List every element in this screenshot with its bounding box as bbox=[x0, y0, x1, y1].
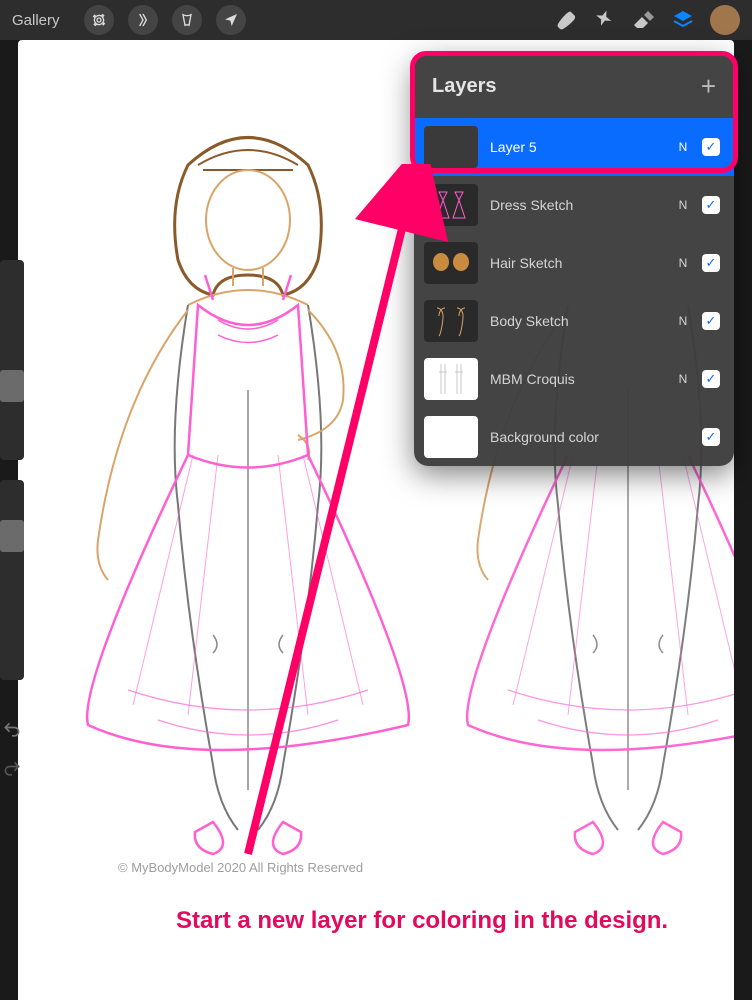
layer-visibility-checkbox[interactable]: ✓ bbox=[702, 428, 720, 446]
brush-icon[interactable] bbox=[550, 7, 576, 33]
layers-panel: Layers + Layer 5N✓Dress SketchN✓Hair Ske… bbox=[414, 55, 734, 466]
layer-visibility-checkbox[interactable]: ✓ bbox=[702, 254, 720, 272]
brush-size-slider[interactable] bbox=[0, 260, 24, 460]
layer-blend-mode[interactable]: N bbox=[676, 140, 690, 154]
layer-thumbnail[interactable] bbox=[424, 184, 478, 226]
layers-list: Layer 5N✓Dress SketchN✓Hair SketchN✓Body… bbox=[414, 118, 734, 466]
layer-name: Dress Sketch bbox=[490, 197, 664, 213]
top-toolbar: Gallery bbox=[0, 0, 752, 40]
add-layer-button[interactable]: + bbox=[701, 71, 716, 102]
layer-name: Layer 5 bbox=[490, 139, 664, 155]
layer-row[interactable]: Dress Sketch N ✓ bbox=[414, 176, 734, 234]
brush-opacity-slider[interactable] bbox=[0, 480, 24, 680]
transform-icon[interactable] bbox=[216, 5, 246, 35]
layers-icon[interactable] bbox=[670, 7, 696, 33]
layer-row[interactable]: Hair Sketch N ✓ bbox=[414, 234, 734, 292]
eraser-icon[interactable] bbox=[630, 7, 656, 33]
croquis-figure-left bbox=[38, 110, 458, 880]
layer-row[interactable]: Layer 5 N ✓ bbox=[414, 118, 734, 176]
toolbar-left: Gallery bbox=[12, 5, 246, 35]
layer-blend-mode[interactable]: N bbox=[676, 314, 690, 328]
layer-visibility-checkbox[interactable]: ✓ bbox=[702, 370, 720, 388]
actions-icon[interactable] bbox=[84, 5, 114, 35]
brush-size-thumb[interactable] bbox=[0, 370, 24, 402]
brush-sliders bbox=[0, 260, 24, 700]
copyright-text: © MyBodyModel 2020 All Rights Reserved bbox=[118, 860, 363, 875]
layer-thumbnail[interactable] bbox=[424, 358, 478, 400]
layer-name: Body Sketch bbox=[490, 313, 664, 329]
layer-name: MBM Croquis bbox=[490, 371, 664, 387]
brush-opacity-thumb[interactable] bbox=[0, 520, 24, 552]
toolbar-right bbox=[550, 5, 740, 35]
selection-icon[interactable] bbox=[172, 5, 202, 35]
annotation-text: Start a new layer for coloring in the de… bbox=[176, 905, 676, 936]
undo-icon[interactable] bbox=[2, 720, 22, 745]
color-swatch[interactable] bbox=[710, 5, 740, 35]
layer-name: Background color bbox=[490, 429, 664, 445]
smudge-icon[interactable] bbox=[590, 7, 616, 33]
undo-redo-group bbox=[2, 720, 22, 784]
layer-visibility-checkbox[interactable]: ✓ bbox=[702, 138, 720, 156]
redo-icon[interactable] bbox=[2, 759, 22, 784]
layer-thumbnail[interactable] bbox=[424, 416, 478, 458]
layer-row[interactable]: MBM Croquis N ✓ bbox=[414, 350, 734, 408]
layer-blend-mode[interactable]: N bbox=[676, 256, 690, 270]
gallery-link[interactable]: Gallery bbox=[12, 12, 60, 29]
layers-panel-header: Layers + bbox=[414, 55, 734, 118]
layer-visibility-checkbox[interactable]: ✓ bbox=[702, 196, 720, 214]
layer-row[interactable]: Body Sketch N ✓ bbox=[414, 292, 734, 350]
layer-row[interactable]: Background color ✓ bbox=[414, 408, 734, 466]
adjustments-icon[interactable] bbox=[128, 5, 158, 35]
layer-thumbnail[interactable] bbox=[424, 242, 478, 284]
layer-visibility-checkbox[interactable]: ✓ bbox=[702, 312, 720, 330]
layer-name: Hair Sketch bbox=[490, 255, 664, 271]
layers-panel-title: Layers bbox=[432, 75, 497, 98]
layer-blend-mode[interactable]: N bbox=[676, 372, 690, 386]
layer-thumbnail[interactable] bbox=[424, 300, 478, 342]
layer-thumbnail[interactable] bbox=[424, 126, 478, 168]
layer-blend-mode[interactable]: N bbox=[676, 198, 690, 212]
